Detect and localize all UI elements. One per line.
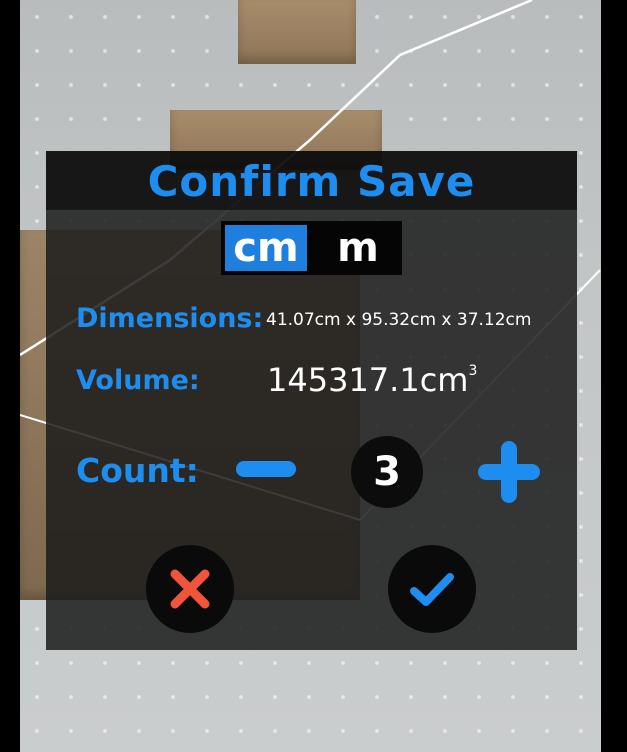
dialog-title: Confirm Save — [147, 157, 476, 206]
unit-option-cm[interactable]: cm — [225, 225, 307, 271]
decrement-button[interactable] — [236, 461, 296, 477]
increment-button[interactable] — [478, 441, 540, 503]
count-label: Count: — [76, 451, 199, 490]
close-icon — [170, 569, 210, 609]
volume-exponent: 3 — [468, 363, 478, 379]
volume-value: 145317.1cm3 — [267, 361, 477, 399]
dimensions-value: 41.07cm x 95.32cm x 37.12cm — [266, 310, 532, 330]
cancel-button[interactable] — [146, 545, 234, 633]
dimensions-label: Dimensions: — [76, 303, 264, 334]
left-black-bar — [0, 0, 20, 752]
volume-label: Volume: — [76, 365, 200, 396]
volume-number: 145317.1cm — [267, 361, 469, 399]
confirm-button[interactable] — [388, 545, 476, 633]
confirm-save-dialog: Confirm Save cm m Dimensions: 41.07cm x … — [46, 151, 577, 650]
right-black-bar — [601, 0, 627, 752]
plus-icon-vertical — [501, 441, 517, 503]
count-display: 3 — [351, 436, 423, 508]
unit-option-m[interactable]: m — [315, 225, 401, 271]
check-icon — [410, 573, 454, 606]
unit-toggle[interactable]: cm m — [221, 221, 402, 275]
